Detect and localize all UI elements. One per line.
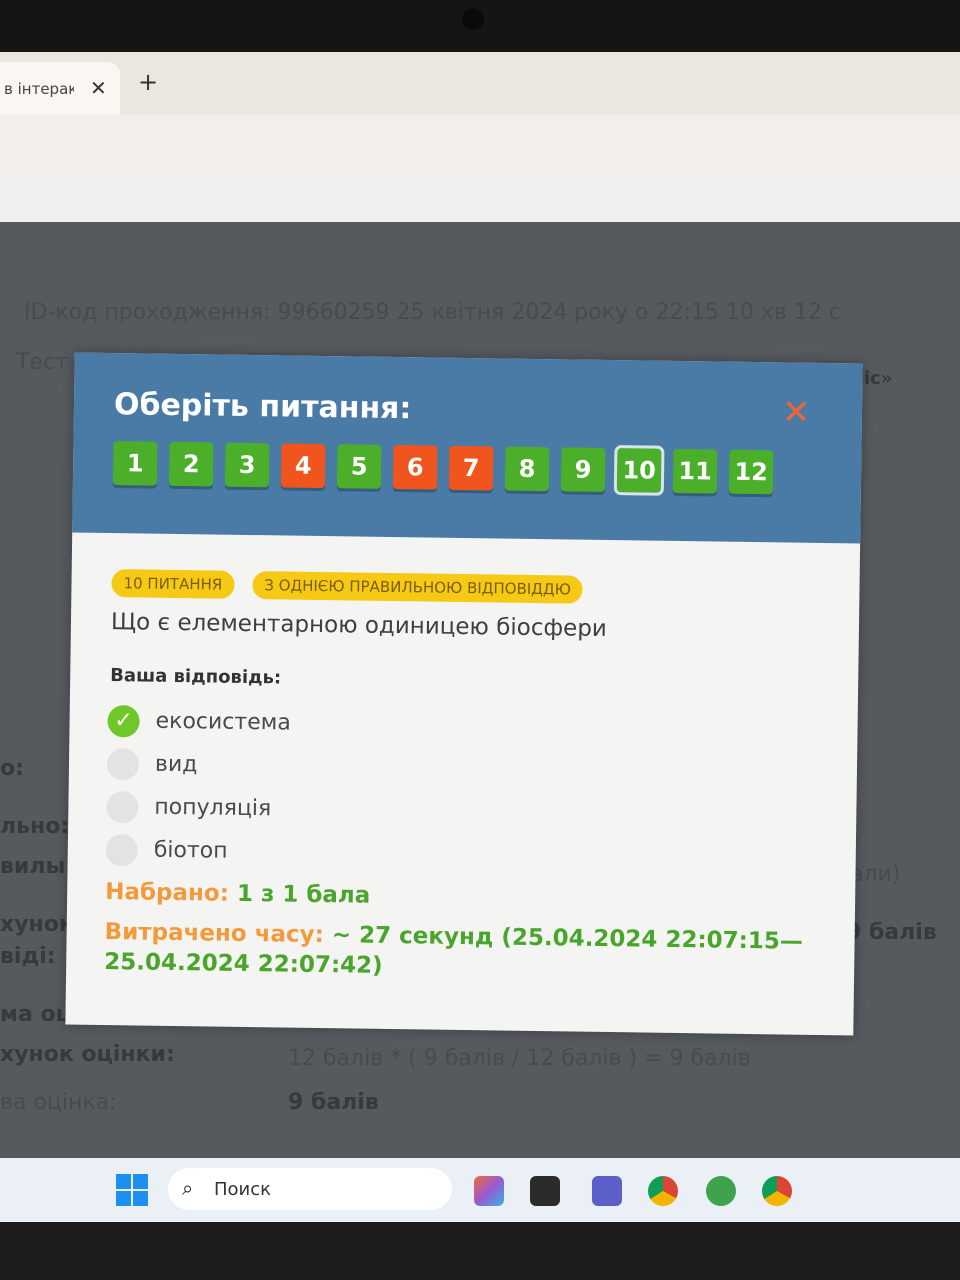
row-label-7: хунок оцінки: <box>0 1042 175 1067</box>
row-label-2: льно: <box>0 814 70 839</box>
question-text: Що є елементарною одиницею біосфери <box>110 609 608 642</box>
question-button-9[interactable]: 9 <box>560 447 606 492</box>
teams-icon[interactable] <box>592 1176 622 1206</box>
windows-taskbar: ⌕ Поиск <box>0 1158 960 1222</box>
laptop-bezel <box>0 0 960 60</box>
row-label-1: о: <box>0 756 24 781</box>
file-explorer-icon[interactable] <box>530 1176 560 1206</box>
answer-options: ✓ екосистема вид популяція біотоп <box>105 699 291 874</box>
browser-tab[interactable]: в інтерак ✕ <box>0 62 120 114</box>
row-label-3: вилы <box>0 854 66 879</box>
globe-app-icon[interactable] <box>706 1176 736 1206</box>
windows-start-icon[interactable] <box>116 1174 148 1206</box>
row-value-points: 9 балів <box>846 920 937 945</box>
time-label: Витрачено часу: <box>104 919 324 949</box>
row-value-fragment: али) <box>850 862 901 887</box>
grade-calculation: 12 балів * ( 9 балів / 12 балів ) = 9 ба… <box>288 1046 751 1071</box>
webcam <box>462 8 484 30</box>
answer-option[interactable]: популяція <box>106 785 290 831</box>
answer-option-text: біотоп <box>153 837 228 864</box>
question-button-11[interactable]: 11 <box>672 448 718 494</box>
answer-label: Ваша відповідь: <box>110 665 282 689</box>
question-number-badge: 10 ПИТАННЯ <box>111 569 235 599</box>
question-nav: 1 2 3 4 5 6 7 8 9 10 11 12 <box>112 441 774 496</box>
question-button-5[interactable]: 5 <box>336 444 382 489</box>
tab-title: в інтерак <box>4 80 74 98</box>
row-label-5: віді: <box>0 944 56 969</box>
question-button-2[interactable]: 2 <box>168 441 214 487</box>
modal-title: Оберіть питання: <box>113 387 412 427</box>
question-button-4[interactable]: 4 <box>280 443 326 489</box>
question-type-badge: З ОДНІЄЮ ПРАВИЛЬНОЮ ВІДПОВІДДЮ <box>252 571 584 604</box>
close-icon[interactable]: ✕ <box>782 392 811 432</box>
row-label-4: хунок <box>0 912 74 937</box>
question-button-6[interactable]: 6 <box>392 444 438 490</box>
test-label: Тест <box>16 350 68 375</box>
chrome-icon[interactable] <box>762 1176 792 1206</box>
row-label-6: ма оц <box>0 1002 72 1027</box>
tab-close-icon[interactable]: ✕ <box>90 76 107 100</box>
question-button-12[interactable]: 12 <box>728 449 774 495</box>
question-modal: Оберіть питання: ✕ 1 2 3 4 5 6 7 8 9 10 11 12 10 ПИ… <box>65 352 863 1036</box>
answer-option[interactable]: біотоп <box>105 828 289 874</box>
checkmark-icon[interactable]: ✓ <box>107 704 140 737</box>
radio-icon[interactable] <box>105 833 139 866</box>
search-icon: ⌕ <box>182 1176 194 1200</box>
radio-icon[interactable] <box>106 747 140 780</box>
taskbar-search[interactable]: ⌕ Поиск <box>168 1168 452 1210</box>
chrome-profile-icon[interactable] <box>648 1176 678 1206</box>
question-badges: 10 ПИТАННЯ З ОДНІЄЮ ПРАВИЛЬНОЮ ВІДПОВІДД… <box>111 569 584 604</box>
search-placeholder: Поиск <box>214 1179 272 1200</box>
final-grade: 9 балів <box>288 1090 379 1115</box>
test-name-fragment: іс» <box>864 368 893 389</box>
score-label: Набрано: <box>105 879 230 907</box>
time-line: Витрачено часу: ~ 27 секунд (25.04.2024 … <box>104 917 805 987</box>
answer-option-text: вид <box>154 751 198 778</box>
answer-option-text: популяція <box>154 794 272 822</box>
row-label-8: ва оцінка: <box>0 1090 117 1115</box>
radio-icon[interactable] <box>106 790 139 823</box>
browser-tab-bar: в інтерак ✕ + <box>0 52 960 114</box>
answer-option[interactable]: вид <box>106 742 291 788</box>
modal-header: Оберіть питання: ✕ 1 2 3 4 5 6 7 8 9 10 11 12 <box>72 352 863 544</box>
score-value: 1 з 1 бала <box>236 880 371 909</box>
answer-option-text: екосистема <box>155 708 291 736</box>
question-button-10[interactable]: 10 <box>613 445 665 496</box>
score-line: Набрано: 1 з 1 бала <box>105 879 370 909</box>
question-button-8[interactable]: 8 <box>504 446 550 492</box>
copilot-icon[interactable] <box>474 1176 504 1206</box>
browser-toolbar <box>0 114 960 175</box>
new-tab-button[interactable]: + <box>138 68 158 96</box>
question-button-3[interactable]: 3 <box>224 442 270 488</box>
answer-option[interactable]: ✓ екосистема <box>107 699 291 745</box>
screen: в інтерак ✕ + ID-код проходження: 996602… <box>0 52 960 1222</box>
attempt-id-line: ID-код проходження: 99660259 25 квітня 2… <box>24 300 841 325</box>
question-button-7[interactable]: 7 <box>448 445 494 491</box>
question-button-1[interactable]: 1 <box>112 441 158 486</box>
page-header <box>0 174 960 222</box>
